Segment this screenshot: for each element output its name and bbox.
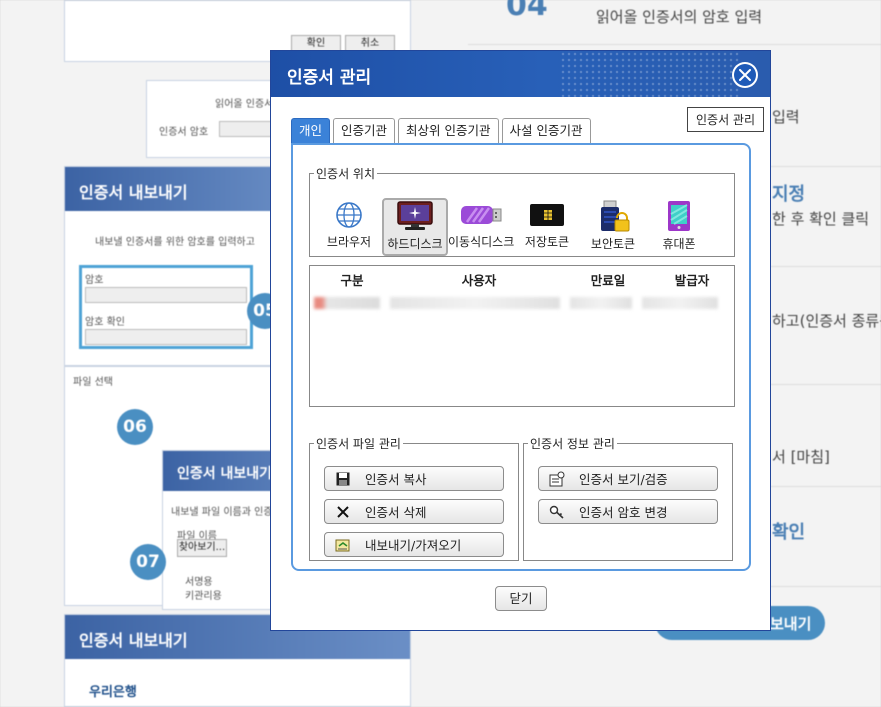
certificate-list[interactable]: 구분 사용자 만료일 발급자 xyxy=(309,265,735,407)
change-password-button[interactable]: 인증서 암호 변경 xyxy=(538,499,718,524)
column-expiry[interactable]: 만료일 xyxy=(564,270,652,289)
token-chip-icon xyxy=(530,204,564,226)
export-import-button[interactable]: 내보내기/가져오기 xyxy=(324,532,504,557)
close-button[interactable]: 닫기 xyxy=(495,586,547,611)
certificate-view-icon xyxy=(549,471,565,487)
export-import-icon xyxy=(335,537,351,553)
info-management-legend: 인증서 정보 관리 xyxy=(530,437,615,451)
floppy-disk-icon xyxy=(335,471,351,487)
close-icon[interactable] xyxy=(732,62,758,88)
location-browser[interactable]: 브라우저 xyxy=(316,198,382,256)
file-management-legend: 인증서 파일 관리 xyxy=(316,437,401,451)
info-management-group: 인증서 정보 관리 인증서 보기/검증 인증서 암호 변경 xyxy=(523,435,733,561)
view-verify-certificate-button[interactable]: 인증서 보기/검증 xyxy=(538,466,718,491)
table-row[interactable] xyxy=(310,292,734,314)
location-phone[interactable]: 휴대폰 xyxy=(646,198,712,256)
column-type[interactable]: 구분 xyxy=(310,270,394,289)
tab-root-ca[interactable]: 최상위 인증기관 xyxy=(398,118,499,143)
tab-bar: 개인 인증기관 최상위 인증기관 사설 인증기관 xyxy=(291,118,591,143)
dialog-titlebar: 인증서 관리 xyxy=(271,51,770,97)
certificate-manager-dialog: 인증서 관리 인증서 관리 개인 인증기관 최상위 인증기관 사설 인증기관 인… xyxy=(270,50,771,631)
tab-ca[interactable]: 인증기관 xyxy=(333,118,396,143)
security-token-icon xyxy=(601,200,630,232)
tooltip: 인증서 관리 xyxy=(687,107,765,132)
dialog-title: 인증서 관리 xyxy=(287,68,372,88)
bg-export-panel-1: 인증서 내보내기 내보낼 인증서를 위한 암호를 입력하고 암호 암호 확인 0… xyxy=(64,166,304,366)
location-storage-token[interactable]: 저장토큰 xyxy=(514,198,580,256)
column-user[interactable]: 사용자 xyxy=(394,270,564,289)
key-icon xyxy=(549,504,565,520)
tab-content: 인증서 위치 브라우저 하드디스크 이동식디스크 저장토큰 보안토큰 휴대폰 구… xyxy=(291,143,751,571)
tab-private-ca[interactable]: 사설 인증기관 xyxy=(501,118,591,143)
location-harddisk[interactable]: 하드디스크 xyxy=(382,198,448,256)
file-management-group: 인증서 파일 관리 인증서 복사 인증서 삭제 내보내기/가져오기 xyxy=(309,435,519,561)
delete-certificate-button[interactable]: 인증서 삭제 xyxy=(324,499,504,524)
location-removable-disk[interactable]: 이동식디스크 xyxy=(448,198,514,256)
certificate-location-group: 인증서 위치 브라우저 하드디스크 이동식디스크 저장토큰 보안토큰 휴대폰 xyxy=(309,165,735,257)
monitor-icon xyxy=(397,201,433,230)
delete-x-icon xyxy=(335,504,351,520)
globe-icon xyxy=(336,202,362,228)
tab-personal[interactable]: 개인 xyxy=(291,118,331,143)
column-issuer[interactable]: 발급자 xyxy=(652,270,732,289)
location-legend: 인증서 위치 xyxy=(316,167,376,181)
certificate-list-header: 구분 사용자 만료일 발급자 xyxy=(310,266,734,292)
location-security-token[interactable]: 보안토큰 xyxy=(580,198,646,256)
phone-icon xyxy=(668,201,690,231)
usb-drive-icon xyxy=(461,206,502,224)
copy-certificate-button[interactable]: 인증서 복사 xyxy=(324,466,504,491)
bank-logo: 우리은행 xyxy=(89,685,137,700)
